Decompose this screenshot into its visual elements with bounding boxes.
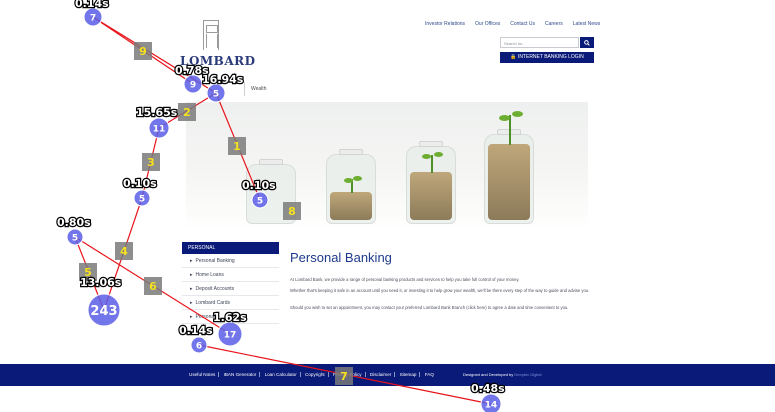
page: LOMBARD Wealth Investor Relations Our Of… [0,0,775,412]
sub-brand-wealth[interactable]: Wealth [244,82,266,96]
saccade-step-label: 5 [84,266,92,279]
nav-careers[interactable]: Careers [540,21,568,27]
fixation-duration-label: 0.14s [75,0,109,10]
fixation-duration-label: 0.80s [57,216,91,229]
growth-paragraph: Whether that's keeping it safe in an acc… [290,288,590,293]
fixation-duration-label: 0.14s [179,324,213,337]
internet-banking-login-button[interactable]: 🔒 INTERNET BANKING LOGIN [500,52,594,63]
side-item-deposit-accounts[interactable]: Deposit Accounts [182,282,279,296]
page-title: Personal Banking [290,250,392,265]
jar-image [406,141,456,224]
intro-paragraph: At Lombard Bank, we provide a range of p… [290,277,520,282]
top-nav: Investor Relations Our Offices Contact U… [420,21,605,27]
fixation-count: 5 [213,90,219,100]
fixation-duration-label: 15.65s [136,106,178,119]
credit-brand-link[interactable]: Deeptec Digital [514,372,541,377]
jar-image [484,111,534,224]
jar-image [246,159,296,224]
footer-links: Useful Notes IBAN Generator Loan Calcula… [186,372,437,377]
gaze-path-segment [141,127,160,199]
tower-icon [203,20,219,50]
search-button[interactable] [580,37,594,48]
footer: Useful Notes IBAN Generator Loan Calcula… [0,364,775,386]
fixation-count: 14 [485,401,498,411]
footer-link-copyright[interactable]: Copyright [302,372,329,377]
fixation-point: 243 13.06s [79,275,123,327]
fixation-point: 140.48s [470,381,506,412]
fixation-duration-label: 16.94s [202,73,244,86]
gaze-path-segment [74,236,105,311]
fixation-count: 6 [196,342,202,352]
fixation-duration-label: 0.10s [123,177,157,190]
saccade-step-label: 6 [149,280,157,293]
fixation-count: 7 [90,14,96,24]
saccade-step-marker: 5 [79,263,97,281]
saccade-step-label: 9 [139,45,147,58]
hero-image-money-jars [186,102,588,230]
saccade-step-marker: 3 [142,153,160,171]
footer-link-disclaimer[interactable]: Disclaimer [366,372,396,377]
side-menu-heading: PERSONAL [182,242,279,254]
nav-investor-relations[interactable]: Investor Relations [420,21,470,27]
fixation-point: 6 0.14s [178,323,214,354]
gaze-path-segment [103,197,143,311]
saccade-step-label: 3 [147,156,155,169]
side-item-lombard-cards[interactable]: Lombard Cards [182,296,279,310]
fixation-count: 9 [190,81,196,91]
nav-latest-news[interactable]: Latest News [568,21,606,27]
nav-contact-us[interactable]: Contact Us [505,21,540,27]
lombard-logo[interactable]: LOMBARD [180,20,255,70]
fixation-count: 243 [90,304,117,319]
credit-text: Designed and Developed by [463,372,514,377]
fixation-count: 5 [72,234,78,244]
footer-link-privacy-policy[interactable]: Privacy Policy [329,372,366,377]
footer-link-useful-notes[interactable]: Useful Notes [186,372,220,377]
saccade-step-marker: 4 [115,242,133,260]
saccade-step-marker: 9 [134,42,152,60]
fixation-point: 5 0.10s [122,176,158,207]
footer-link-sitemap[interactable]: Sitemap [396,372,421,377]
footer-link-loan-calculator[interactable]: Loan Calculator [261,372,301,377]
gaze-path-segment [92,16,194,85]
saccade-step-label: 4 [120,245,128,258]
search-icon [584,39,590,46]
footer-credit: Designed and Developed by Deeptec Digita… [463,372,542,377]
saccade-step-marker: 6 [144,277,162,295]
side-item-home-loans[interactable]: Home Loans [182,268,279,282]
fixation-point: 7 0.14s [74,0,110,27]
fixation-count: 17 [224,331,237,341]
appointment-paragraph: Should you wish to set an appointment, y… [290,305,569,310]
search-input[interactable]: Search for... [500,37,579,48]
side-menu: PERSONAL Personal Banking Home Loans Dep… [182,242,279,324]
side-item-personal-banking[interactable]: Personal Banking [182,254,279,268]
fixation-point: 11 15.65s [135,105,179,139]
fixation-duration-label: 13.06s [80,276,122,289]
fixation-count: 5 [139,195,145,205]
fixation-count: 11 [153,125,166,135]
jar-image [326,149,376,224]
fixation-point: 5 16.94s [201,72,245,103]
fixation-point: 5 0.80s [56,215,92,246]
footer-link-faq[interactable]: FAQ [422,372,437,377]
nav-our-offices[interactable]: Our Offices [470,21,505,27]
side-item-personal[interactable]: Personal [182,310,279,324]
footer-link-iban-generator[interactable]: IBAN Generator [220,372,261,377]
logo-text: LOMBARD [180,54,256,68]
